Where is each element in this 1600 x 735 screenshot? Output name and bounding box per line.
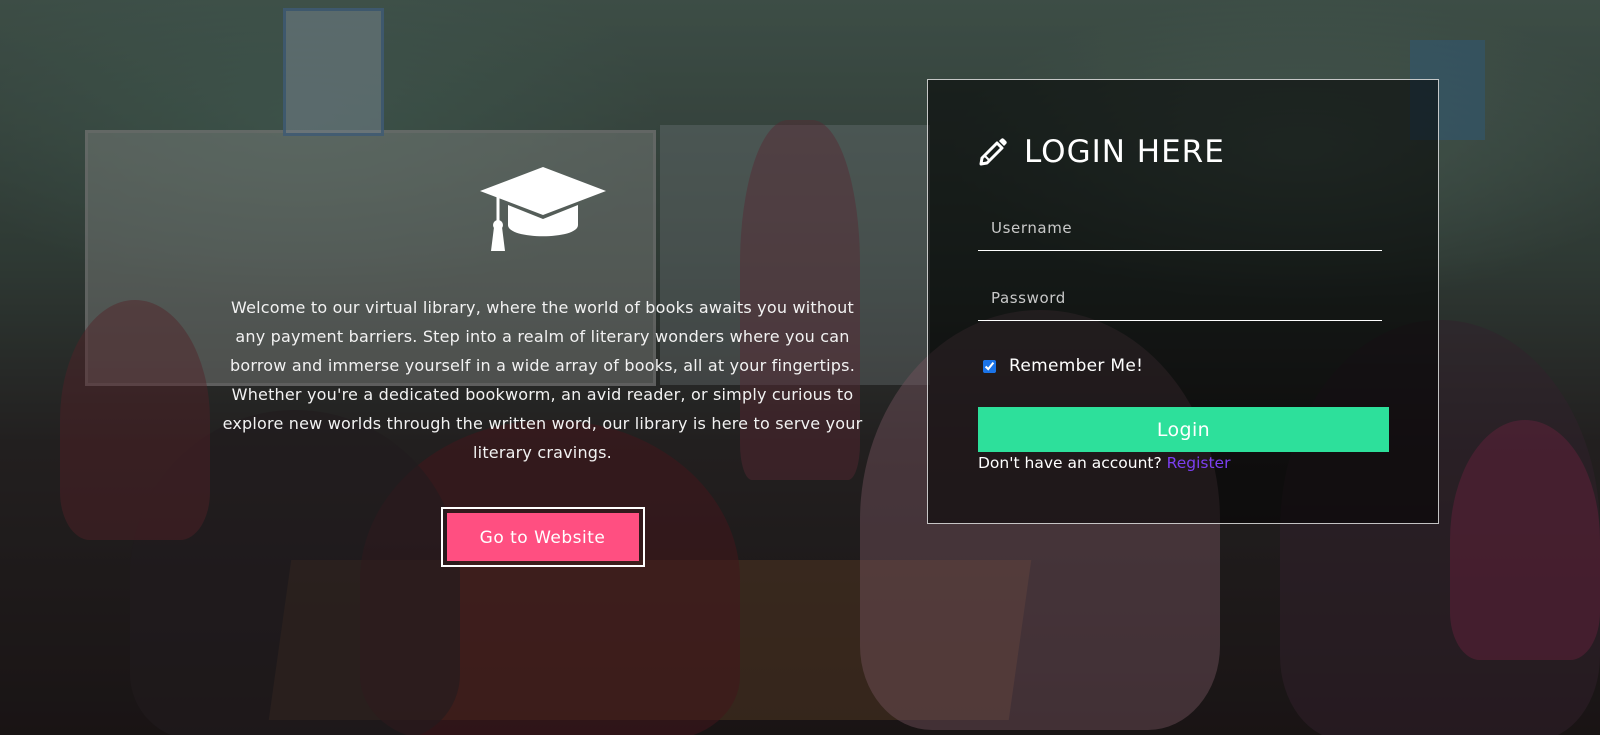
hero-section: Welcome to our virtual library, where th… — [215, 165, 870, 567]
remember-me-label: Remember Me! — [1009, 356, 1144, 376]
remember-me-checkbox[interactable] — [983, 359, 996, 373]
cta-frame: Go to Website — [440, 507, 645, 567]
login-button[interactable]: Login — [978, 407, 1389, 452]
password-field — [978, 276, 1382, 321]
hero-description: Welcome to our virtual library, where th… — [222, 298, 863, 462]
remember-me-row: Remember Me! — [978, 356, 1143, 376]
login-page: Welcome to our virtual library, where th… — [0, 0, 1600, 735]
login-header: LOGIN HERE — [978, 134, 1225, 170]
username-field — [978, 206, 1382, 251]
username-input[interactable] — [978, 206, 1382, 250]
login-panel: LOGIN HERE Remember Me! Login Don't have… — [927, 79, 1439, 524]
no-account-text: Don't have an account? — [978, 454, 1162, 472]
graduation-cap-icon — [479, 167, 606, 251]
go-to-website-button[interactable]: Go to Website — [446, 513, 639, 561]
login-title: LOGIN HERE — [1024, 134, 1225, 170]
pencil-icon — [979, 138, 1007, 166]
register-link[interactable]: Register — [1167, 454, 1231, 472]
password-input[interactable] — [978, 276, 1382, 320]
register-prompt: Don't have an account? Register — [978, 454, 1230, 472]
